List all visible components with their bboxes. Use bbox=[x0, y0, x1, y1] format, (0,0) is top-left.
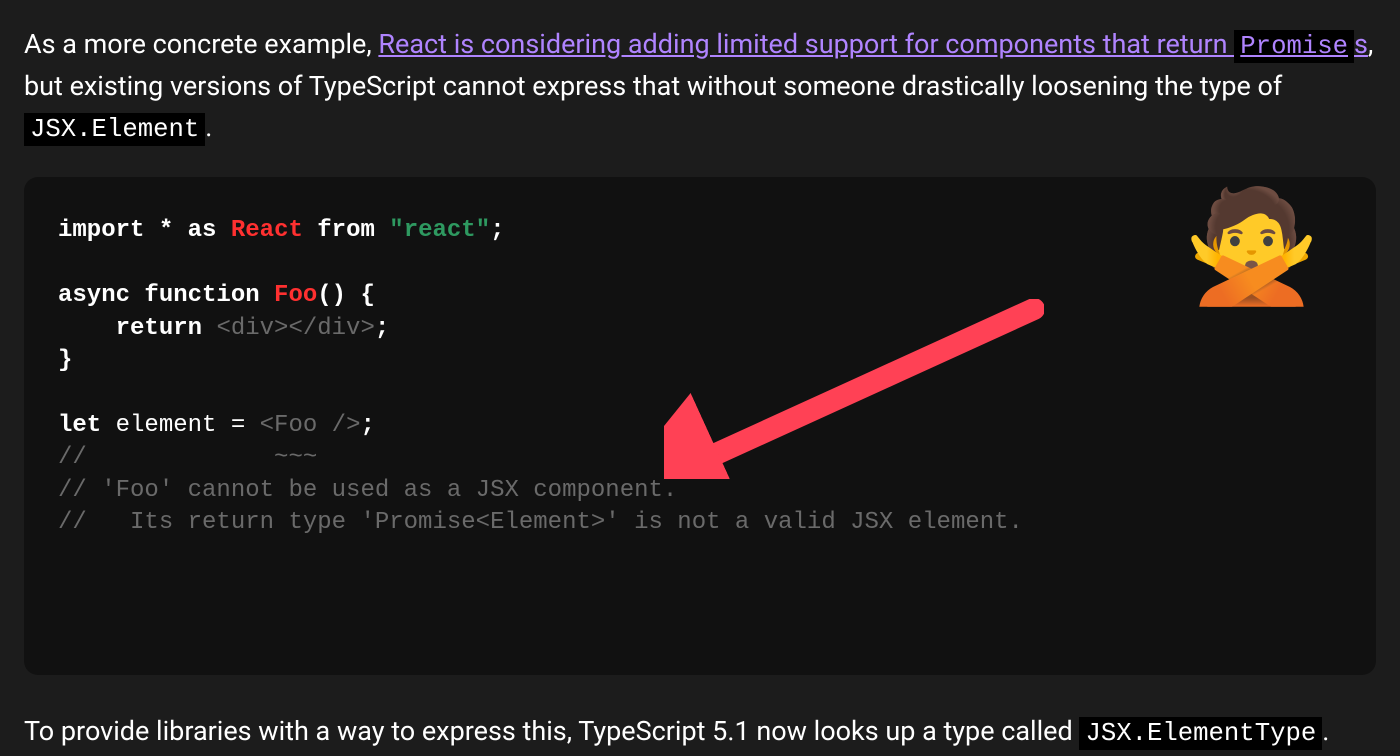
inline-code-jsx-elementtype: JSX.ElementType bbox=[1079, 717, 1322, 750]
code-token: ; bbox=[360, 412, 374, 439]
code-token: <div></div> bbox=[216, 315, 374, 342]
code-token: as bbox=[188, 217, 217, 244]
code-token: <Foo /> bbox=[260, 412, 361, 439]
code-comment: // Its return type 'Promise<Element>' is… bbox=[58, 509, 1023, 536]
code-token: () { bbox=[317, 282, 375, 309]
code-token: return bbox=[116, 315, 202, 342]
code-token bbox=[202, 315, 216, 342]
code-token bbox=[58, 315, 116, 342]
code-token: ; bbox=[375, 315, 389, 342]
text-run: . bbox=[205, 111, 212, 143]
code-token: * bbox=[144, 217, 187, 244]
code-token: ; bbox=[490, 217, 504, 244]
text-run: . bbox=[1322, 715, 1329, 747]
code-token: "react" bbox=[389, 217, 490, 244]
code-token: Foo bbox=[274, 282, 317, 309]
paragraph-followup: To provide libraries with a way to expre… bbox=[24, 711, 1376, 756]
article-fragment: As a more concrete example, React is con… bbox=[0, 0, 1400, 756]
code-token: from bbox=[317, 217, 375, 244]
code-token: import bbox=[58, 217, 144, 244]
inline-code-jsx-element: JSX.Element bbox=[24, 113, 205, 146]
code-token: React bbox=[231, 217, 303, 244]
text-run: To provide libraries with a way to expre… bbox=[24, 715, 1079, 747]
no-gesture-emoji-icon: 🙅 bbox=[1183, 201, 1320, 311]
code-token: let bbox=[58, 412, 101, 439]
code-token bbox=[375, 217, 389, 244]
code-example: import * as React from "react"; async fu… bbox=[24, 177, 1376, 674]
link-text: s bbox=[1354, 28, 1368, 60]
link-text: React is considering adding limited supp… bbox=[378, 28, 1234, 60]
arrow-annotation-icon bbox=[664, 299, 1044, 479]
code-token: element = bbox=[101, 412, 259, 439]
code-token: async function bbox=[58, 282, 260, 309]
code-token bbox=[260, 282, 274, 309]
react-rfc-link[interactable]: React is considering adding limited supp… bbox=[378, 28, 1368, 60]
code-comment: // ~~~ bbox=[58, 444, 317, 471]
code-comment: // 'Foo' cannot be used as a JSX compone… bbox=[58, 477, 677, 504]
inline-code-promise: Promise bbox=[1234, 30, 1354, 63]
code-token bbox=[303, 217, 317, 244]
text-run: As a more concrete example, bbox=[24, 28, 378, 60]
code-token bbox=[216, 217, 230, 244]
code-token: } bbox=[58, 347, 72, 374]
paragraph-intro: As a more concrete example, React is con… bbox=[24, 24, 1376, 149]
